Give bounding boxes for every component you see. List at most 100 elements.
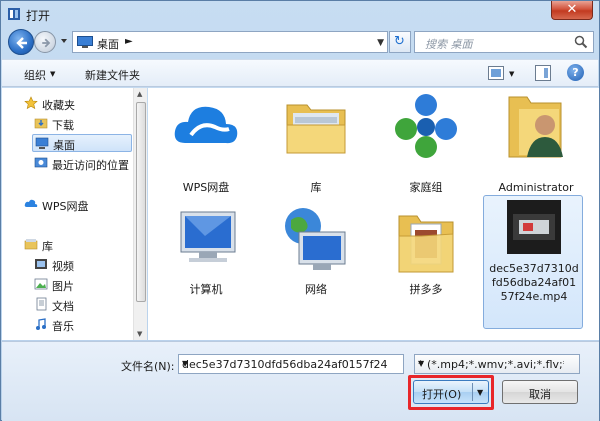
nav-item-documents[interactable]: 文档 [34,296,129,314]
file-item-pinduoduo[interactable]: 拼多多 [376,206,476,346]
nav-item-desktop[interactable]: 桌面 [32,134,132,152]
file-label: 拼多多 [409,283,443,296]
nav-label: 收藏夹 [42,99,75,112]
file-label-line: fd56dba24af01 [491,276,577,289]
nav-label: 文档 [52,300,74,313]
file-item-video-mp4[interactable]: dec5e37d7310d fd56dba24af01 57f24e.mp4 [483,195,583,329]
star-icon [24,96,38,110]
nav-scrollbar-thumb[interactable] [136,102,146,302]
file-label-line: dec5e37d7310d [489,262,579,275]
file-type-select[interactable]: * (*.mp4;*.wmv;*.avi;*.flv;*.mk ▼ [414,354,580,374]
command-bar: 组织 ▼ 新建文件夹 ▼ ? [2,59,598,87]
library-folder-icon [286,104,346,154]
breadcrumb-chevron-icon[interactable]: ► [125,36,133,47]
refresh-icon: ↻ [394,34,405,49]
cancel-button-label: 取消 [529,388,551,401]
file-label-line: 57f24e.mp4 [500,290,568,303]
back-arrow-icon [16,37,27,49]
navigation-pane: 收藏夹 下载 桌面 最近访问的位置 WPS网盘 库 视频 图片 文档 音乐 ▲ … [2,88,147,340]
cloud-icon [24,199,38,207]
window-title: 打开 [26,9,51,23]
address-bar[interactable]: 桌面 ► ▼ [72,31,388,53]
nav-label: 桌面 [53,139,75,152]
recent-places-icon [34,157,48,168]
address-dropdown-icon[interactable]: ▼ [377,38,384,48]
file-label: 计算机 [189,283,223,296]
file-label: WPS网盘 [182,181,230,194]
cancel-button[interactable]: 取消 [502,380,578,404]
address-location[interactable]: 桌面 [97,36,119,52]
close-button[interactable]: ✕ [551,1,593,20]
file-item-network[interactable]: 网络 [266,206,366,346]
music-icon [36,318,46,330]
scroll-up-icon[interactable]: ▲ [137,90,142,98]
change-view-icon[interactable] [488,66,504,80]
pictures-icon [34,278,48,290]
new-folder-button[interactable]: 新建文件夹 [85,67,140,83]
file-label: Administrator [498,181,574,194]
open-file-dialog: 打开 ✕ 桌面 ► ▼ ↻ 搜索 桌面 组织 ▼ 新建文件夹 ▼ ? 收藏夹 下… [0,0,600,421]
nav-item-music[interactable]: 音乐 [34,316,129,334]
open-button-label: 打开(O) [422,388,462,401]
nav-label: 视频 [52,260,74,273]
file-label: 库 [310,181,322,194]
library-icon [24,239,38,250]
nav-label: 图片 [52,280,74,293]
split-separator [472,383,473,401]
view-dropdown-icon[interactable]: ▼ [509,70,514,78]
filename-label: 文件名(N): [121,360,175,373]
desktop-icon [35,137,49,149]
nav-label: 最近访问的位置 [52,159,129,172]
open-button[interactable]: 打开(O) ▼ [413,380,489,404]
address-row: 桌面 ► ▼ ↻ 搜索 桌面 [1,27,599,57]
file-list-view: WPS网盘 库 家庭组 Administrator 计算机 网络 拼多多 dec… [148,88,588,340]
back-button[interactable] [8,29,34,55]
homegroup-icon [395,94,457,158]
search-input[interactable]: 搜索 桌面 [414,31,594,53]
user-folder-icon [508,96,563,158]
nav-label: 库 [42,240,53,253]
documents-icon [36,297,47,311]
nav-item-wps-cloud[interactable]: WPS网盘 [24,196,129,214]
close-icon: ✕ [566,2,578,17]
nav-item-downloads[interactable]: 下载 [34,115,129,133]
refresh-button[interactable]: ↻ [389,31,411,53]
download-folder-icon [34,118,48,129]
filename-input[interactable]: dec5e37d7310dfd56dba24af0157f24e.m ▼ [178,354,404,374]
wps-cloud-icon [174,106,238,144]
help-icon[interactable]: ? [567,64,584,81]
nav-item-favorites[interactable]: 收藏夹 [24,95,129,113]
file-label: 家庭组 [409,181,443,194]
folder-icon [398,215,454,273]
content-scroll-area [587,88,599,340]
desktop-icon [77,36,93,48]
nav-scrollbar[interactable]: ▲ ▼ [133,88,147,340]
nav-label: 音乐 [52,320,74,333]
organize-button[interactable]: 组织 [24,67,46,83]
video-thumbnail-icon [507,200,561,254]
recent-pages-dropdown-icon[interactable] [60,37,68,45]
scroll-down-icon[interactable]: ▼ [137,330,142,338]
file-item-computer[interactable]: 计算机 [156,206,256,346]
nav-label: WPS网盘 [42,200,89,213]
nav-item-videos[interactable]: 视频 [34,256,129,274]
network-icon [285,208,346,270]
open-options-dropdown-icon[interactable]: ▼ [477,388,483,397]
organize-dropdown-icon[interactable]: ▼ [50,70,55,78]
file-label: 网络 [305,283,327,296]
app-icon [8,8,20,20]
computer-icon [180,211,236,262]
preview-pane-icon[interactable] [535,65,551,81]
nav-item-pictures[interactable]: 图片 [34,276,129,294]
nav-item-libraries[interactable]: 库 [24,236,129,254]
file-type-dropdown-icon[interactable]: ▼ [418,359,564,368]
nav-label: 下载 [52,119,74,132]
nav-item-recent-places[interactable]: 最近访问的位置 [34,155,133,173]
search-icon [574,35,588,49]
forward-arrow-icon [42,38,51,48]
search-placeholder: 搜索 桌面 [425,38,473,51]
title-bar: 打开 ✕ [1,1,599,27]
filename-dropdown-icon[interactable]: ▼ [182,359,387,368]
video-icon [35,259,47,269]
forward-button[interactable] [34,31,56,53]
